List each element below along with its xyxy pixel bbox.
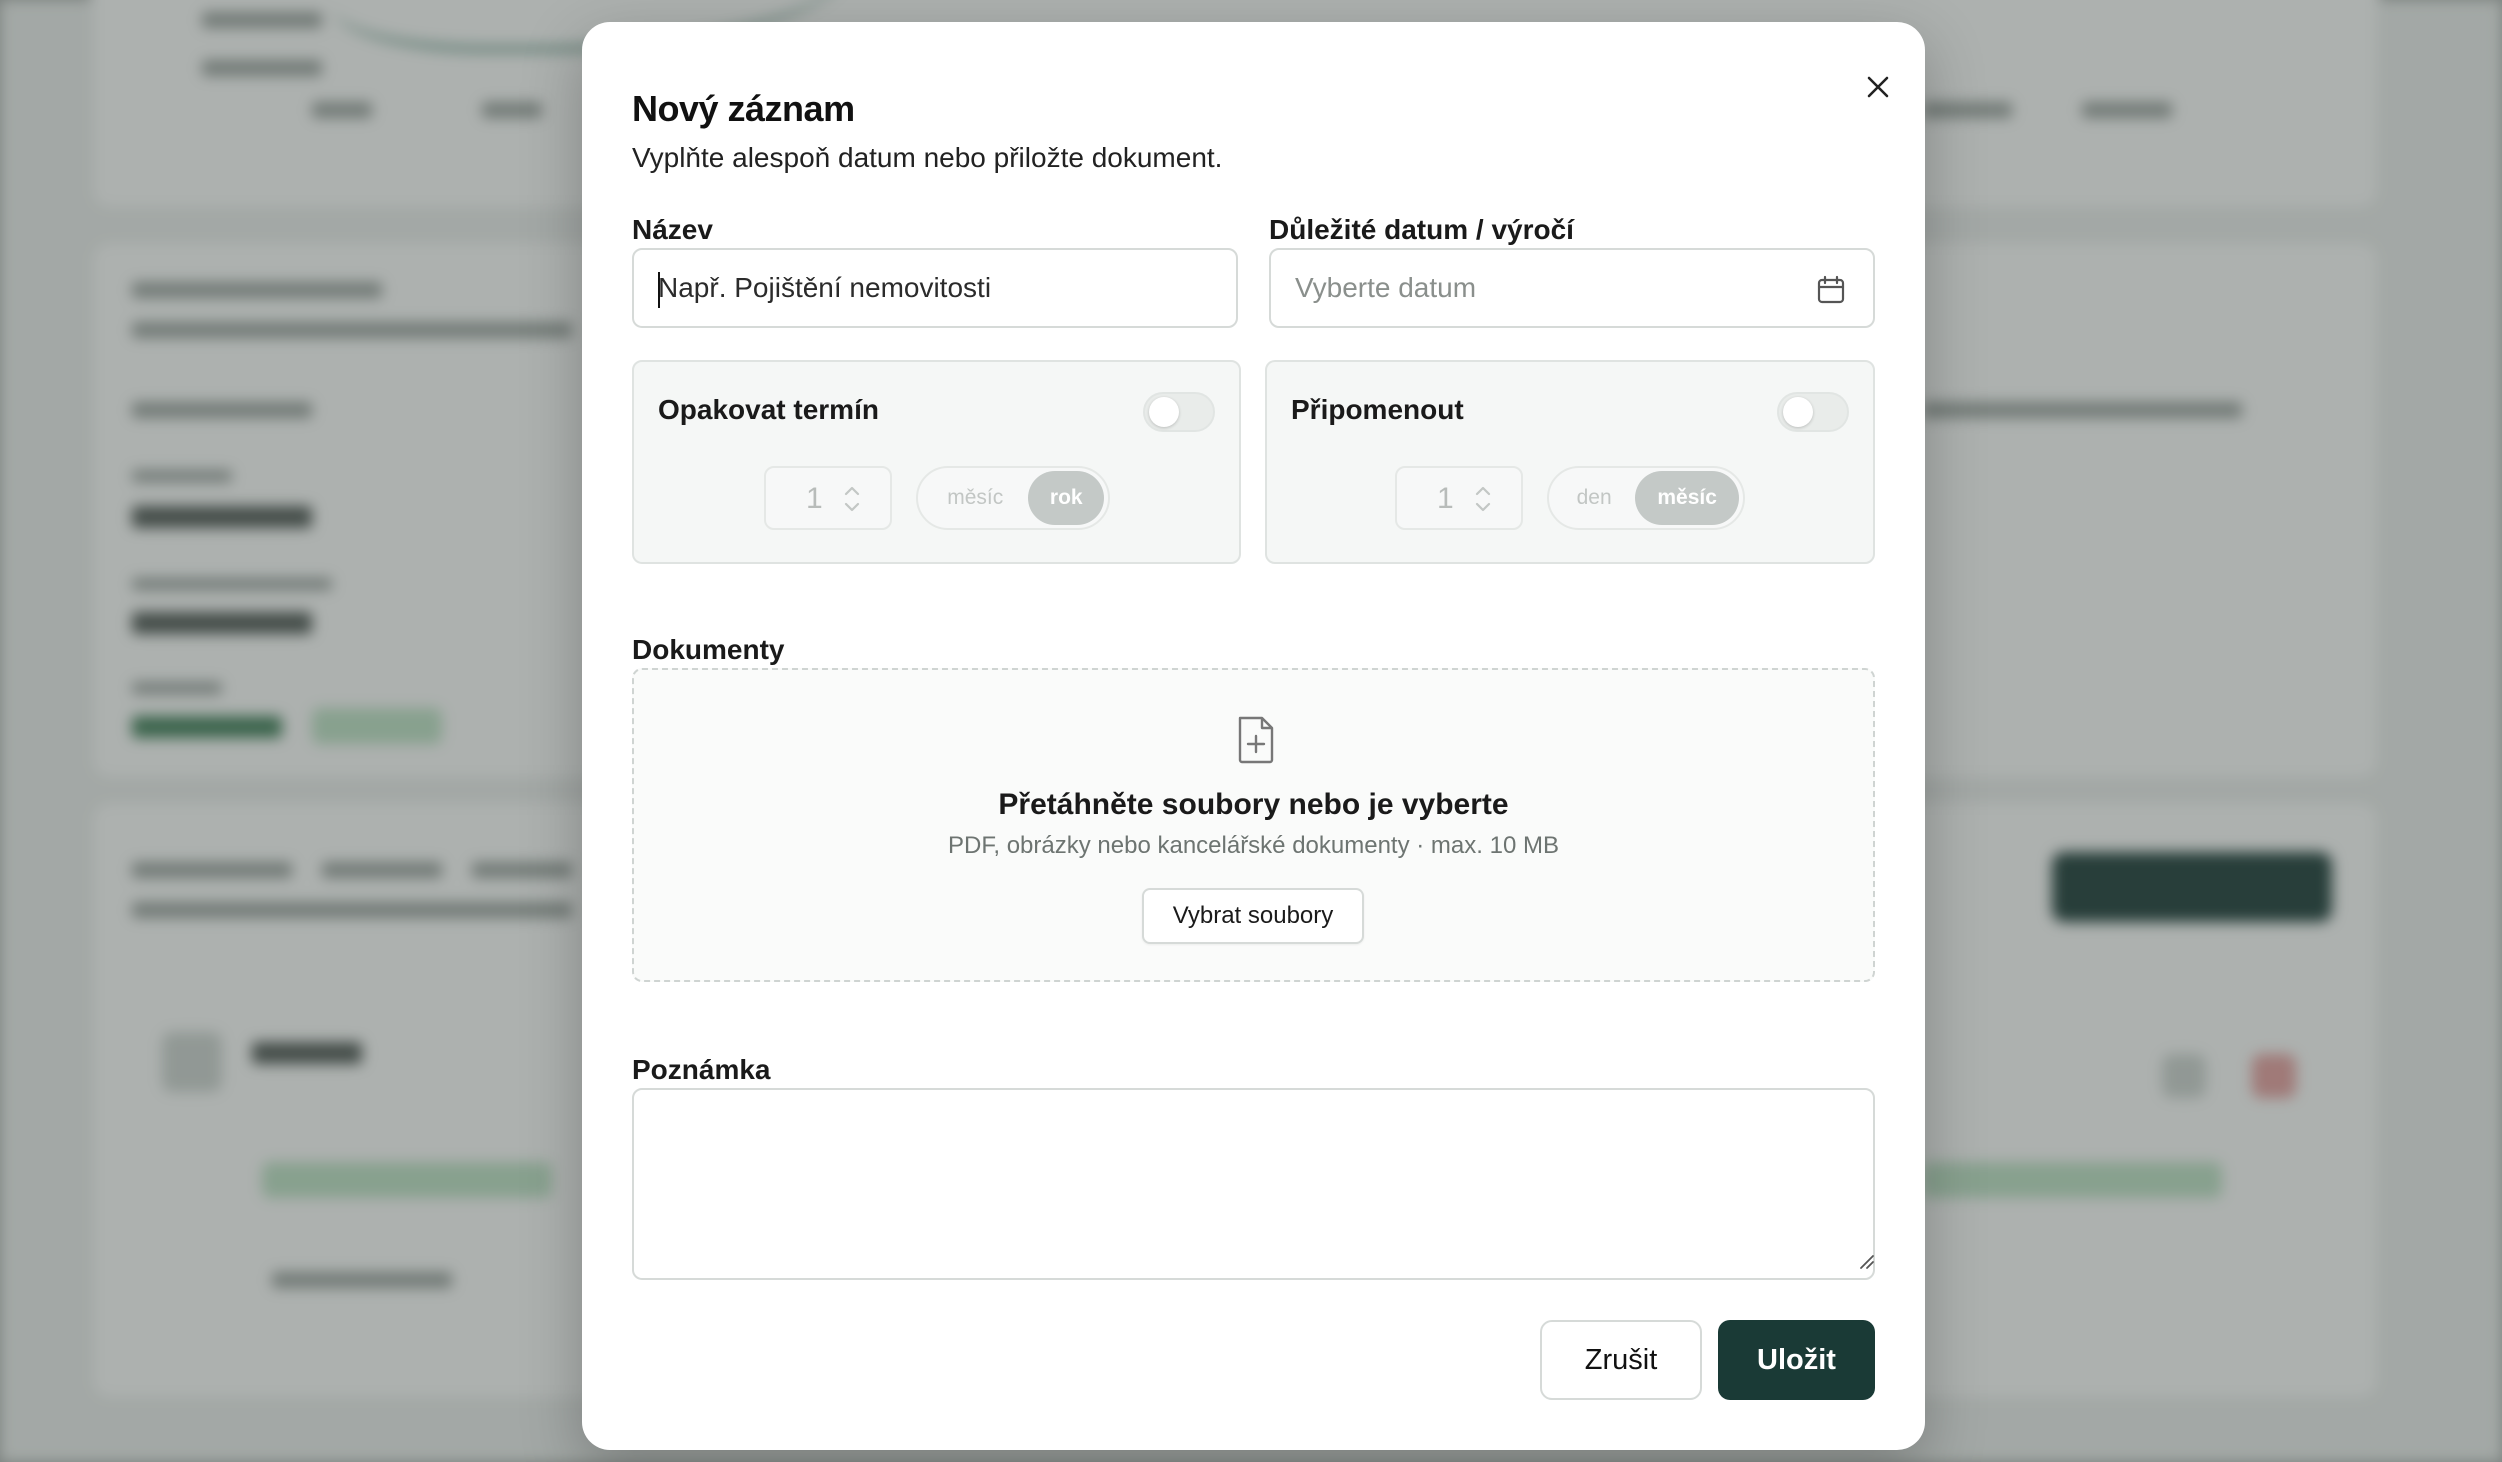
toggle-knob (1149, 397, 1179, 427)
repeat-toggle[interactable] (1143, 392, 1215, 432)
repeat-count-stepper[interactable]: 1 (764, 466, 892, 530)
toggle-knob (1783, 397, 1813, 427)
repeat-label: Opakovat termín (658, 394, 879, 425)
remind-unit-segmented: den měsíc (1547, 466, 1745, 530)
dialog-subtitle: Vyplňte alespoň datum nebo přiložte doku… (632, 142, 1223, 173)
name-label: Název (632, 214, 713, 245)
save-button[interactable]: Uložit (1718, 1320, 1875, 1400)
remind-toggle[interactable] (1777, 392, 1849, 432)
repeat-unit-year[interactable]: rok (1028, 471, 1104, 525)
file-plus-icon (1238, 716, 1274, 764)
remind-unit-day[interactable]: den (1553, 471, 1635, 525)
remind-count-stepper[interactable]: 1 (1395, 466, 1523, 530)
text-caret (658, 272, 660, 308)
name-input[interactable] (658, 272, 1212, 304)
resize-handle-icon[interactable] (1855, 1250, 1875, 1270)
repeat-count-value: 1 (806, 482, 823, 515)
documents-label: Dokumenty (632, 634, 785, 665)
select-files-button[interactable]: Vybrat soubory (1142, 888, 1364, 944)
file-dropzone[interactable]: Přetáhněte soubory nebo je vyberte PDF, … (632, 668, 1875, 982)
stepper-arrows-icon[interactable] (1473, 480, 1493, 518)
close-button[interactable] (1855, 64, 1901, 110)
stepper-arrows-icon[interactable] (842, 480, 862, 518)
date-label: Důležité datum / výročí (1269, 214, 1574, 245)
repeat-unit-segmented: měsíc rok (916, 466, 1110, 530)
remind-panel: Připomenout 1 den měsíc (1265, 360, 1875, 564)
cancel-button[interactable]: Zrušit (1540, 1320, 1702, 1400)
new-record-dialog: Nový záznam Vyplňte alespoň datum nebo p… (582, 22, 1925, 1450)
dropzone-hint: PDF, obrázky nebo kancelářské dokumenty … (948, 832, 1559, 859)
close-icon (1867, 76, 1889, 98)
repeat-panel: Opakovat termín 1 měsíc rok (632, 360, 1241, 564)
remind-label: Připomenout (1291, 394, 1464, 425)
note-label: Poznámka (632, 1054, 771, 1085)
name-field-wrapper (632, 248, 1238, 328)
date-input[interactable] (1295, 272, 1849, 304)
dropzone-title: Přetáhněte soubory nebo je vyberte (998, 788, 1509, 821)
note-textarea[interactable] (632, 1088, 1875, 1280)
calendar-icon[interactable] (1815, 274, 1847, 306)
date-field-wrapper (1269, 248, 1875, 328)
remind-count-value: 1 (1437, 482, 1454, 515)
repeat-unit-month[interactable]: měsíc (922, 471, 1028, 525)
remind-unit-month[interactable]: měsíc (1635, 471, 1739, 525)
dialog-title: Nový záznam (632, 88, 855, 129)
